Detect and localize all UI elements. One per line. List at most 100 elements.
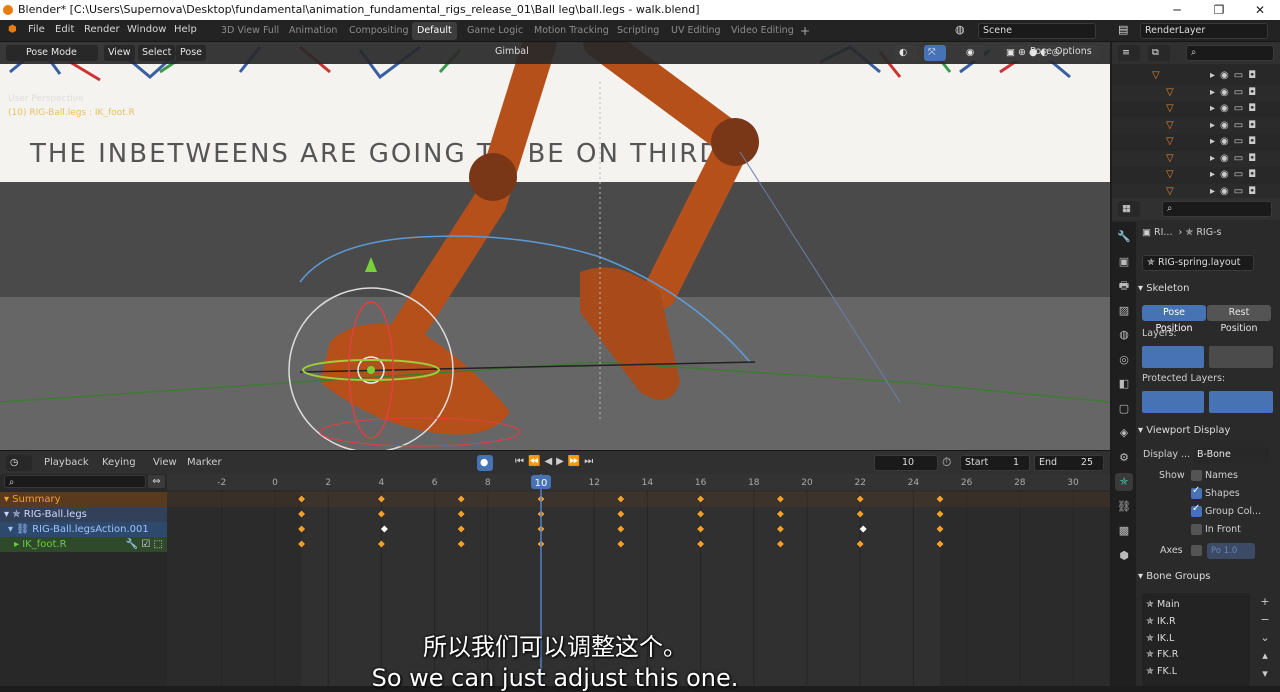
tab-video-editing[interactable]: Video Editing [726, 22, 799, 40]
layers-grid-b[interactable] [1209, 346, 1273, 368]
tab-motion-tracking[interactable]: Motion Tracking [529, 22, 614, 40]
outliner-row[interactable]: ▽ ▸◉▭◘ [1112, 68, 1280, 84]
display-as-dropdown[interactable]: B-Bone [1193, 447, 1271, 463]
pose-position-button[interactable]: Pose Position [1142, 305, 1206, 334]
section-bone-groups[interactable]: ▾ Bone Groups [1138, 567, 1280, 587]
group-colors-checkbox[interactable] [1191, 503, 1202, 517]
scene-tab-icon[interactable]: ◍ [1115, 326, 1133, 344]
bone-group-item[interactable]: ✯ Main [1146, 597, 1246, 612]
view-layer-tab-icon[interactable]: ▨ [1115, 302, 1133, 320]
close-button[interactable]: ✕ [1240, 0, 1280, 20]
tab-uv-editing[interactable]: UV Editing [666, 22, 726, 40]
outliner-row[interactable]: ▽ ▸◉▭◘ [1112, 150, 1280, 167]
overlay-toggle-icon[interactable]: ◐ [895, 45, 917, 61]
swap-icon[interactable]: ⇔ [148, 475, 165, 488]
bone-group-menu-button[interactable]: ⌄ [1258, 629, 1272, 647]
axes-position-field[interactable]: Po 1.0 [1207, 543, 1255, 559]
menu-view-timeline[interactable]: View [153, 457, 177, 468]
texture-tab-icon[interactable]: ⬢ [1115, 547, 1133, 565]
menu-help[interactable]: Help [174, 24, 197, 35]
names-checkbox[interactable] [1191, 470, 1202, 481]
menu-window[interactable]: Window [127, 24, 166, 35]
menu-file[interactable]: File [28, 24, 45, 35]
outliner-search-input[interactable]: ⌕ [1186, 45, 1274, 61]
editor-type-icon[interactable]: ◷ [6, 455, 32, 471]
output-tab-icon[interactable]: 🖶 [1115, 277, 1133, 295]
rest-position-button[interactable]: Rest Position [1207, 305, 1271, 334]
render-tab-icon[interactable]: ▣ [1115, 253, 1133, 271]
gizmo-toggle-icon[interactable]: ⤧ [924, 45, 946, 61]
channel-toggles[interactable]: 🔧 ☑ ⬚ [126, 537, 163, 552]
menu-render[interactable]: Render [84, 24, 120, 35]
menu-playback[interactable]: Playback [44, 457, 89, 468]
channel-bone-group[interactable]: ▸ IK_foot.R 🔧 ☑ ⬚ [0, 537, 167, 552]
pose-options-dropdown[interactable]: Pose Options [1030, 46, 1092, 57]
minimize-button[interactable]: ─ [1157, 0, 1197, 20]
scene-selector[interactable]: Scene [978, 23, 1096, 39]
orientation-selector[interactable]: Gimbal [495, 46, 529, 57]
add-bone-group-button[interactable]: + [1258, 593, 1272, 611]
menu-select[interactable]: Select [138, 45, 176, 61]
outliner-editor-icon[interactable]: ≡ [1118, 45, 1140, 61]
section-viewport-display[interactable]: ▾ Viewport Display [1138, 421, 1280, 441]
bone-group-item[interactable]: ✯ IK.R [1146, 614, 1246, 629]
visibility-icons[interactable]: ▸◉▭◘ [1210, 118, 1261, 134]
layers-grid-a[interactable] [1142, 346, 1204, 368]
outliner-row[interactable]: ▽ ▸◉▭◘ [1112, 167, 1280, 183]
overlays-icon[interactable]: ◉ [962, 45, 984, 61]
add-workspace-button[interactable]: + [795, 22, 815, 40]
properties-search-input[interactable]: ⌕ [1162, 201, 1272, 217]
record-button[interactable]: ● [477, 455, 493, 471]
visibility-icons[interactable]: ▸◉▭◘ [1210, 167, 1261, 183]
outliner-row[interactable]: ▽ ▸◉▭◘ [1112, 84, 1280, 101]
outliner-row[interactable]: ▽ ▸◉▭◘ [1112, 134, 1280, 150]
section-skeleton[interactable]: ▾ Skeleton [1138, 279, 1280, 299]
bone-constraint-tab-icon[interactable]: ▩ [1115, 522, 1133, 540]
display-mode-icon[interactable]: ⧉ [1148, 45, 1170, 61]
physics-tab-icon[interactable]: ⚙ [1115, 449, 1133, 467]
end-frame-field[interactable]: End 25 [1034, 455, 1104, 471]
shapes-checkbox[interactable] [1191, 485, 1202, 499]
tab-scripting[interactable]: Scripting [612, 22, 664, 40]
playback-controls[interactable]: ⏮⏪◀▶⏩⏭ [515, 456, 597, 467]
protected-layers-grid-b[interactable] [1209, 391, 1273, 413]
channel-action[interactable]: ▾ ⛓ RIG-Ball.legsAction.001 [0, 522, 167, 537]
outliner-row[interactable]: ▽ ▸◉▭◘ [1112, 117, 1280, 134]
object-tab-icon[interactable]: ▢ [1115, 400, 1133, 418]
modifier-tab-icon[interactable]: ◈ [1115, 424, 1133, 442]
channel-summary[interactable]: ▾ Summary [0, 492, 167, 507]
channel-search-input[interactable]: ⌕ [4, 475, 146, 488]
current-frame-field[interactable]: 10 [874, 455, 938, 471]
armature-datablock-field[interactable]: ✯ RIG-spring.layout [1142, 255, 1254, 271]
tool-tab-icon[interactable]: 🔧 [1115, 228, 1133, 246]
menu-edit[interactable]: Edit [55, 24, 74, 35]
protected-layers-grid-a[interactable] [1142, 391, 1204, 413]
visibility-icons[interactable]: ▸◉▭◘ [1210, 151, 1261, 167]
bone-group-item[interactable]: ✯ FK.L [1146, 664, 1246, 679]
bone-group-item[interactable]: ✯ FK.R [1146, 647, 1246, 662]
start-frame-field[interactable]: Start 1 [960, 455, 1030, 471]
bone-tab-icon[interactable]: ⛓ [1115, 498, 1133, 516]
stopwatch-icon[interactable]: ⏱ [942, 455, 951, 470]
visibility-icons[interactable]: ▸◉▭◘ [1210, 85, 1261, 101]
visibility-icons[interactable]: ▸◉▭◘ [1210, 68, 1261, 84]
maximize-button[interactable]: ❐ [1199, 0, 1239, 20]
blender-menu-icon[interactable]: ⬢ [8, 24, 17, 35]
world-tab-icon[interactable]: ◎ [1115, 351, 1133, 369]
collection-tab-icon[interactable]: ◧ [1115, 375, 1133, 393]
render-layer-selector[interactable]: RenderLayer [1140, 23, 1268, 39]
3d-viewport[interactable]: THE INBETWEENS ARE GOING TO BE ON THIRDS… [0, 42, 1110, 450]
remove-bone-group-button[interactable]: − [1258, 611, 1272, 629]
visibility-icons[interactable]: ▸◉▭◘ [1210, 101, 1261, 117]
outliner-row[interactable]: ▽ ▸◉▭◘ [1112, 101, 1280, 117]
menu-view[interactable]: View [104, 45, 135, 61]
tab-compositing[interactable]: Compositing [344, 22, 414, 40]
tab-default[interactable]: Default [412, 22, 457, 40]
channel-object[interactable]: ▾ ✯ RIG-Ball.legs [0, 507, 167, 522]
armature-data-tab-icon[interactable]: ✯ [1115, 473, 1133, 491]
properties-editor-icon[interactable]: ▦ [1118, 201, 1140, 217]
axes-checkbox[interactable] [1191, 545, 1202, 556]
menu-keying[interactable]: Keying [102, 457, 136, 468]
tab-3d-view-full[interactable]: 3D View Full [216, 22, 284, 40]
mode-selector[interactable]: Pose Mode [6, 45, 98, 61]
